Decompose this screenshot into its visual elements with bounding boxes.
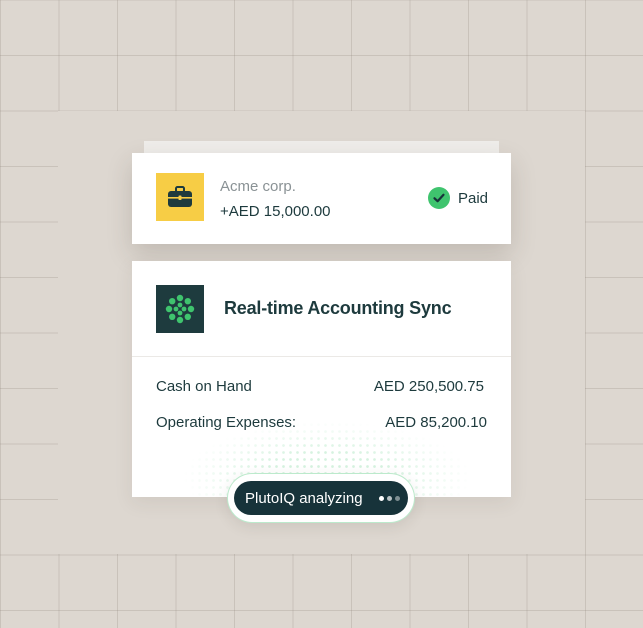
payment-card: Acme corp. +AED 15,000.00 Paid xyxy=(132,153,511,244)
typing-dots-icon xyxy=(378,495,403,501)
status-label: Paid xyxy=(458,189,489,207)
status-pill: PlutoIQ analyzing xyxy=(234,481,408,515)
status-badge: Paid xyxy=(428,187,488,209)
plutoiq-logo-icon xyxy=(156,285,204,333)
sync-title: Real-time Accounting Sync xyxy=(224,298,452,318)
operating-expenses-value: AED 85,200.10 xyxy=(385,414,487,431)
status-pill-label: PlutoIQ analyzing xyxy=(245,489,363,507)
company-name: Acme corp. xyxy=(220,178,296,195)
briefcase-icon xyxy=(156,173,204,221)
check-circle-icon xyxy=(428,187,450,209)
payment-amount: +AED 15,000.00 xyxy=(220,203,331,220)
divider xyxy=(132,356,511,357)
cash-on-hand-label: Cash on Hand xyxy=(156,378,252,395)
operating-expenses-label: Operating Expenses: xyxy=(156,414,297,431)
accounting-sync-card: Real-time Accounting Sync Cash on Hand A… xyxy=(132,261,511,497)
cash-on-hand-value: AED 250,500.75 xyxy=(373,378,484,395)
